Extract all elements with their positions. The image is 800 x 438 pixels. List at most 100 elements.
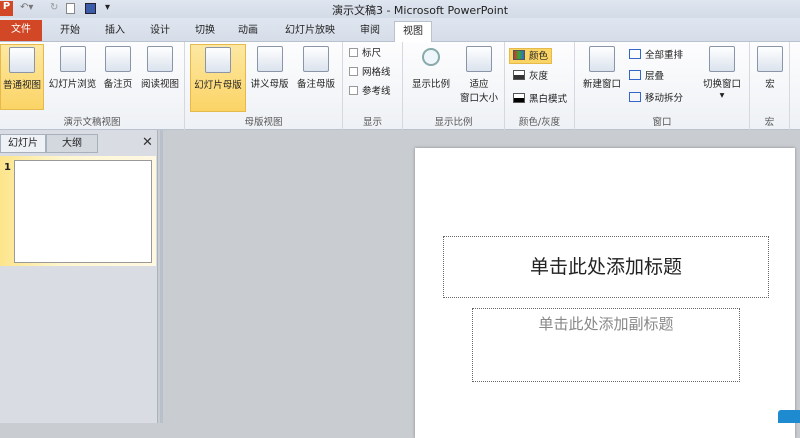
label: 适应 <box>469 79 489 90</box>
tab-slides[interactable]: 幻灯片 <box>0 134 46 153</box>
panel-splitter[interactable] <box>160 130 163 423</box>
macros-button[interactable]: 宏 <box>754 44 786 110</box>
label: 网格线 <box>362 67 391 78</box>
tab-outline[interactable]: 大纲 <box>46 134 98 153</box>
group-window: 新建窗口 全部重排 层叠 移动拆分 切换窗口 ▾ 窗口 <box>575 42 750 130</box>
group-label: 颜色/灰度 <box>518 117 561 128</box>
guides-checkbox[interactable]: 参考线 <box>349 84 391 100</box>
ribbon: 普通视图 幻灯片浏览 备注页 阅读视图 演示文稿视图 幻灯片母版 讲义母版 备注… <box>0 42 800 130</box>
group-label: 演示文稿视图 <box>63 117 121 128</box>
notes-page-icon <box>105 46 131 72</box>
label: 阅读视图 <box>140 79 179 90</box>
switch-windows-button[interactable]: 切换窗口 ▾ <box>697 44 747 110</box>
label: 备注页 <box>103 79 133 90</box>
slide-master-icon <box>205 47 231 73</box>
black-white-icon <box>513 93 525 103</box>
label: 幻灯片浏览 <box>48 79 97 90</box>
notes-master-button[interactable]: 备注母版 <box>293 44 339 110</box>
label: 普通视图 <box>2 80 41 91</box>
group-color-grayscale: 颜色 灰度 黑白模式 颜色/灰度 <box>505 42 575 130</box>
grayscale-icon <box>513 70 525 80</box>
grayscale-button[interactable]: 灰度 <box>513 69 548 85</box>
fit-to-window-button[interactable]: 适应 窗口大小 <box>455 44 503 110</box>
notes-page-button[interactable]: 备注页 <box>100 44 136 110</box>
label: 全部重排 <box>645 50 684 61</box>
slide-sorter-button[interactable]: 幻灯片浏览 <box>45 44 100 110</box>
cascade-icon <box>629 70 641 80</box>
zoom-button[interactable]: 显示比例 <box>407 44 455 110</box>
new-window-button[interactable]: 新建窗口 <box>579 44 625 110</box>
label: 切换窗口 <box>702 79 741 90</box>
tab-design[interactable]: 设计 <box>140 21 180 42</box>
slide-canvas: 单击此处添加标题 单击此处添加副标题 <box>415 148 795 438</box>
label: 颜色 <box>529 51 549 62</box>
group-macros: 宏 宏 <box>750 42 790 130</box>
group-label: 显示比例 <box>434 117 473 128</box>
label: 讲义母版 <box>250 79 289 90</box>
label: 显示比例 <box>411 79 450 90</box>
label: 参考线 <box>362 86 391 97</box>
slide-thumbnail[interactable] <box>14 160 152 263</box>
group-label: 宏 <box>764 117 775 128</box>
dropdown-arrow-icon: ▾ <box>719 90 725 101</box>
label: 灰度 <box>529 71 549 82</box>
ribbon-tabs: 文件 开始 插入 设计 切换 动画 幻灯片放映 审阅 视图 <box>0 18 800 43</box>
arrange-all-icon <box>629 49 641 59</box>
title-bar: P ↶▾ ↻ ▾ 演示文稿3 - Microsoft PowerPoint <box>0 0 800 18</box>
label: 宏 <box>765 79 775 90</box>
group-label: 窗口 <box>652 117 672 128</box>
subtitle-placeholder[interactable]: 单击此处添加副标题 <box>472 308 740 382</box>
label: 窗口大小 <box>459 93 498 104</box>
tab-slideshow[interactable]: 幻灯片放映 <box>275 21 345 42</box>
label: 幻灯片母版 <box>194 80 242 91</box>
window-title: 演示文稿3 - Microsoft PowerPoint <box>331 4 509 17</box>
label: 层叠 <box>645 71 665 82</box>
tab-review[interactable]: 审阅 <box>350 21 390 42</box>
close-panel-icon[interactable]: ✕ <box>142 135 153 150</box>
group-zoom: 显示比例 适应窗口大小 显示比例 <box>403 42 505 130</box>
fit-window-icon <box>466 46 492 72</box>
handout-master-icon <box>256 46 283 72</box>
label: 标尺 <box>362 48 382 59</box>
macro-icon <box>757 46 783 72</box>
tab-file[interactable]: 文件 <box>0 20 42 41</box>
move-split-button[interactable]: 移动拆分 <box>629 91 683 107</box>
color-button[interactable]: 颜色 <box>509 48 553 64</box>
label: 黑白模式 <box>529 94 568 105</box>
slide-number: 1 <box>4 162 11 173</box>
normal-view-button[interactable]: 普通视图 <box>0 44 44 110</box>
switch-windows-icon <box>709 46 735 72</box>
tab-animations[interactable]: 动画 <box>228 21 268 42</box>
slide-master-button[interactable]: 幻灯片母版 <box>190 44 246 112</box>
handout-master-button[interactable]: 讲义母版 <box>247 44 292 110</box>
assistant-badge-icon[interactable] <box>778 410 800 423</box>
gridlines-checkbox[interactable]: 网格线 <box>349 65 391 81</box>
group-show: 标尺 网格线 参考线 显示 <box>343 42 403 130</box>
black-white-button[interactable]: 黑白模式 <box>513 92 567 108</box>
label: 移动拆分 <box>645 93 684 104</box>
new-window-icon <box>589 46 615 72</box>
arrange-all-button[interactable]: 全部重排 <box>629 48 683 64</box>
color-icon <box>513 50 525 60</box>
tab-transitions[interactable]: 切换 <box>185 21 225 42</box>
tab-insert[interactable]: 插入 <box>95 21 135 42</box>
normal-view-icon <box>9 47 35 73</box>
tab-view[interactable]: 视图 <box>394 21 432 43</box>
group-label: 母版视图 <box>244 117 283 128</box>
cascade-button[interactable]: 层叠 <box>629 69 664 85</box>
label: 新建窗口 <box>582 79 621 90</box>
reading-view-button[interactable]: 阅读视图 <box>137 44 183 110</box>
label: 备注母版 <box>296 79 335 90</box>
title-placeholder[interactable]: 单击此处添加标题 <box>443 236 769 298</box>
group-master-views: 幻灯片母版 讲义母版 备注母版 母版视图 <box>185 42 343 130</box>
notes-master-icon <box>303 46 329 72</box>
ruler-checkbox[interactable]: 标尺 <box>349 46 381 62</box>
reading-view-icon <box>147 46 173 72</box>
slide-sorter-icon <box>59 46 86 72</box>
tab-home[interactable]: 开始 <box>50 21 90 42</box>
group-label: 显示 <box>362 117 382 128</box>
slides-panel: 幻灯片 大纲 ✕ 1 <box>0 130 158 423</box>
group-presentation-views: 普通视图 幻灯片浏览 备注页 阅读视图 演示文稿视图 <box>0 42 185 130</box>
magnifier-icon <box>422 48 440 66</box>
move-split-icon <box>629 92 641 102</box>
